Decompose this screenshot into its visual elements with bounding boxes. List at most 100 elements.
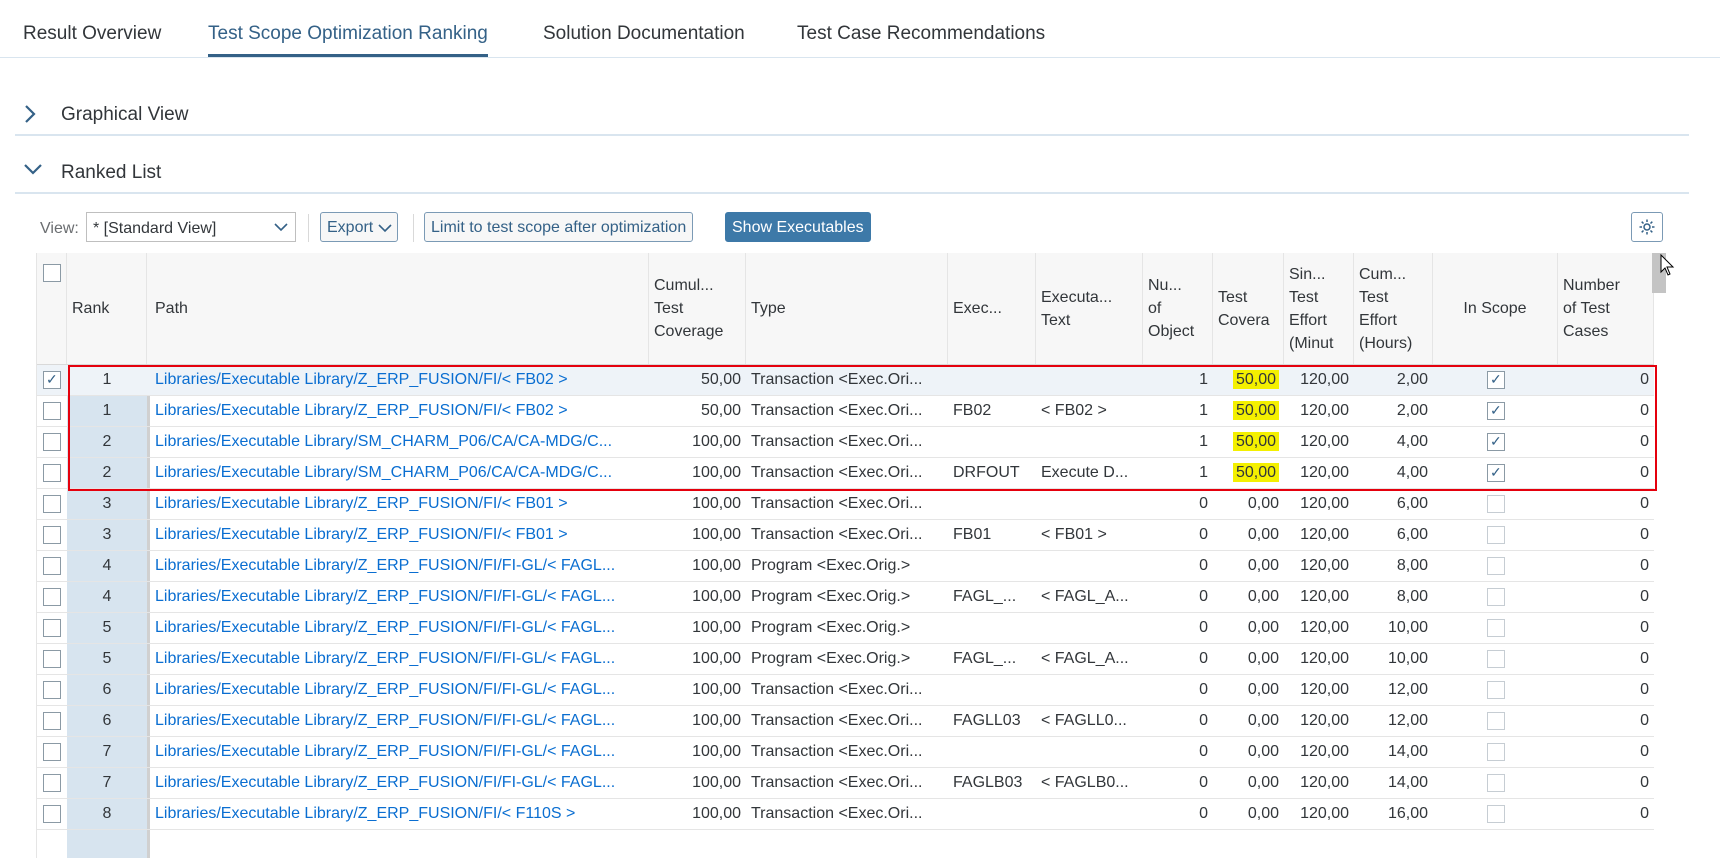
row-select-checkbox[interactable] (43, 557, 61, 575)
tab-test-scope-optimization-ranking[interactable]: Test Scope Optimization Ranking (208, 23, 488, 57)
cell-type: Transaction <Exec.Ori... (751, 805, 923, 822)
row-select-checkbox[interactable] (43, 743, 61, 761)
limit-to-test-scope-button[interactable]: Limit to test scope after optimization (424, 212, 694, 242)
cell-path-link[interactable]: Libraries/Executable Library/Z_ERP_FUSIO… (150, 582, 649, 612)
ranked-list-table: Rank Path Cumul... Test Coverage Type Ex… (36, 253, 1654, 858)
table-settings-button[interactable] (1631, 212, 1663, 242)
cell-path-link[interactable]: Libraries/Executable Library/Z_ERP_FUSIO… (150, 706, 649, 736)
header-path[interactable]: Path (150, 253, 649, 364)
in-scope-checkbox[interactable]: ✓ (1487, 371, 1505, 389)
tab-solution-documentation[interactable]: Solution Documentation (543, 23, 745, 45)
cell-type: Program <Exec.Orig.> (751, 650, 911, 667)
cell-path-link[interactable]: Libraries/Executable Library/Z_ERP_FUSIO… (150, 613, 649, 643)
tab-result-overview[interactable]: Result Overview (23, 23, 161, 45)
header-cumulative-test-coverage[interactable]: Cumul... Test Coverage (649, 253, 746, 364)
cell-path-link[interactable]: Libraries/Executable Library/SM_CHARM_P0… (150, 427, 649, 457)
in-scope-checkbox[interactable] (1487, 805, 1505, 823)
header-type[interactable]: Type (746, 253, 948, 364)
row-select-checkbox[interactable] (43, 805, 61, 823)
in-scope-checkbox[interactable] (1487, 712, 1505, 730)
table-row[interactable]: 1 Libraries/Executable Library/Z_ERP_FUSI… (37, 396, 1654, 427)
in-scope-checkbox[interactable] (1487, 650, 1505, 668)
in-scope-checkbox[interactable] (1487, 557, 1505, 575)
cell-number-of-objects: 0 (1199, 495, 1208, 512)
highlighted-value: 50,00 (1232, 370, 1279, 389)
cell-cumulative-test-effort: 16,00 (1387, 805, 1428, 822)
header-number-of-objects[interactable]: Nu... of Object (1143, 253, 1213, 364)
tab-test-case-recommendations[interactable]: Test Case Recommendations (797, 23, 1045, 45)
header-rank[interactable]: Rank (67, 253, 147, 364)
cell-path-link[interactable]: Libraries/Executable Library/Z_ERP_FUSIO… (150, 396, 649, 426)
checkmark-icon: ✓ (1490, 402, 1502, 418)
header-single-test-effort[interactable]: Sin... Test Effort (Minut (1284, 253, 1354, 364)
cell-test-coverage: 0,00 (1247, 526, 1279, 543)
header-in-scope[interactable]: In Scope (1433, 253, 1558, 364)
highlighted-value: 50,00 (1232, 401, 1279, 420)
in-scope-checkbox[interactable] (1487, 588, 1505, 606)
row-select-checkbox[interactable] (43, 495, 61, 513)
table-row[interactable]: 3 Libraries/Executable Library/Z_ERP_FUSI… (37, 520, 1654, 551)
cell-number-of-test-cases: 0 (1640, 712, 1649, 729)
table-row[interactable]: 6 Libraries/Executable Library/Z_ERP_FUSI… (37, 706, 1654, 737)
row-select-checkbox[interactable] (43, 650, 61, 668)
in-scope-checkbox[interactable] (1487, 526, 1505, 544)
table-row[interactable]: 2 Libraries/Executable Library/SM_CHARM_P… (37, 427, 1654, 458)
cell-cumulative-test-effort: 2,00 (1396, 402, 1428, 419)
cell-path-link[interactable]: Libraries/Executable Library/Z_ERP_FUSIO… (150, 675, 649, 705)
in-scope-checkbox[interactable]: ✓ (1487, 464, 1505, 482)
table-row[interactable]: 6 Libraries/Executable Library/Z_ERP_FUSI… (37, 675, 1654, 706)
select-all-checkbox[interactable] (43, 264, 61, 282)
table-row[interactable]: 5 Libraries/Executable Library/Z_ERP_FUSI… (37, 613, 1654, 644)
table-row[interactable]: 7 Libraries/Executable Library/Z_ERP_FUSI… (37, 737, 1654, 768)
row-select-checkbox[interactable] (43, 712, 61, 730)
cell-path-link[interactable]: Libraries/Executable Library/Z_ERP_FUSIO… (150, 520, 649, 550)
row-select-checkbox[interactable] (43, 526, 61, 544)
in-scope-checkbox[interactable]: ✓ (1487, 433, 1505, 451)
cell-path-link[interactable]: Libraries/Executable Library/Z_ERP_FUSIO… (150, 737, 649, 767)
row-select-checkbox[interactable]: ✓ (43, 371, 61, 389)
table-row[interactable]: 7 Libraries/Executable Library/Z_ERP_FUSI… (37, 768, 1654, 799)
header-executable-text[interactable]: Executa... Text (1036, 253, 1143, 364)
table-row[interactable]: 2 Libraries/Executable Library/SM_CHARM_P… (37, 458, 1654, 489)
row-select-checkbox[interactable] (43, 619, 61, 637)
row-select-checkbox[interactable] (43, 433, 61, 451)
header-executable[interactable]: Exec... (948, 253, 1036, 364)
graphical-view-panel-header[interactable]: Graphical View (15, 96, 1689, 136)
view-select[interactable]: * [Standard View] (86, 212, 296, 242)
cell-executable-text: < FB01 > (1041, 526, 1107, 543)
cell-path-link[interactable]: Libraries/Executable Library/SM_CHARM_P0… (150, 458, 649, 488)
show-executables-button[interactable]: Show Executables (725, 212, 871, 242)
table-row[interactable]: 4 Libraries/Executable Library/Z_ERP_FUSI… (37, 582, 1654, 613)
row-select-checkbox[interactable] (43, 402, 61, 420)
header-number-of-test-cases[interactable]: Number of Test Cases (1558, 253, 1654, 364)
table-row[interactable]: 3 Libraries/Executable Library/Z_ERP_FUSI… (37, 489, 1654, 520)
header-select-all-cell (37, 253, 67, 364)
export-button[interactable]: Export (320, 212, 399, 242)
row-select-checkbox[interactable] (43, 681, 61, 699)
table-row[interactable]: 5 Libraries/Executable Library/Z_ERP_FUSI… (37, 644, 1654, 675)
cell-rank: 2 (102, 464, 112, 481)
cell-path-link[interactable]: Libraries/Executable Library/Z_ERP_FUSIO… (150, 768, 649, 798)
header-cumulative-test-effort[interactable]: Cum... Test Effort (Hours) (1354, 253, 1433, 364)
in-scope-checkbox[interactable] (1487, 619, 1505, 637)
cell-path-link[interactable]: Libraries/Executable Library/Z_ERP_FUSIO… (150, 365, 649, 395)
cell-executable-text: Execute D... (1041, 464, 1129, 481)
in-scope-checkbox[interactable] (1487, 743, 1505, 761)
table-row[interactable]: 4 Libraries/Executable Library/Z_ERP_FUSI… (37, 551, 1654, 582)
in-scope-checkbox[interactable]: ✓ (1487, 402, 1505, 420)
in-scope-checkbox[interactable] (1487, 681, 1505, 699)
table-row[interactable]: 8 Libraries/Executable Library/Z_ERP_FUSI… (37, 799, 1654, 830)
row-select-checkbox[interactable] (43, 464, 61, 482)
cell-number-of-test-cases: 0 (1640, 619, 1649, 636)
in-scope-checkbox[interactable] (1487, 495, 1505, 513)
cell-path-link[interactable]: Libraries/Executable Library/Z_ERP_FUSIO… (150, 644, 649, 674)
table-row[interactable]: ✓ 1 Libraries/Executable Library/Z_ERP_FUS… (37, 365, 1654, 396)
header-test-coverage[interactable]: Test Covera (1213, 253, 1284, 364)
cell-path-link[interactable]: Libraries/Executable Library/Z_ERP_FUSIO… (150, 799, 649, 829)
in-scope-checkbox[interactable] (1487, 774, 1505, 792)
cell-path-link[interactable]: Libraries/Executable Library/Z_ERP_FUSIO… (150, 489, 649, 519)
row-select-checkbox[interactable] (43, 588, 61, 606)
ranked-list-panel-header[interactable]: Ranked List (15, 154, 1689, 194)
row-select-checkbox[interactable] (43, 774, 61, 792)
cell-path-link[interactable]: Libraries/Executable Library/Z_ERP_FUSIO… (150, 551, 649, 581)
